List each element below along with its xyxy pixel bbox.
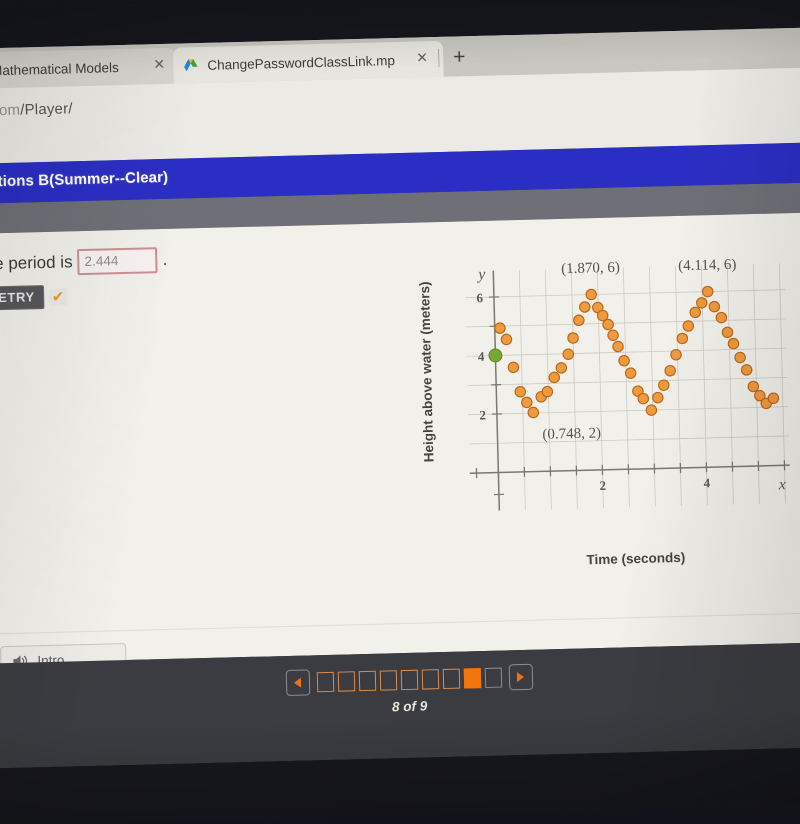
- page-indicator-6[interactable]: [421, 669, 439, 689]
- browser-chrome: CA Mathematical Models ✕ ChangePasswordC…: [0, 28, 800, 164]
- data-point: [515, 386, 526, 397]
- triangle-right-icon: [517, 672, 524, 682]
- data-point: [709, 301, 720, 312]
- data-point: [696, 298, 707, 309]
- page-indicator-1[interactable]: [316, 672, 334, 692]
- retry-button[interactable]: RETRY: [0, 285, 44, 311]
- new-tab-button[interactable]: +: [453, 46, 466, 67]
- data-point: [549, 372, 560, 383]
- data-point: [690, 307, 701, 318]
- data-point: [658, 380, 669, 391]
- data-point: [568, 333, 579, 344]
- data-point: [646, 405, 657, 416]
- y-axis-symbol: y: [476, 266, 486, 283]
- data-point: [603, 319, 614, 330]
- grid-line-horizontal: [468, 407, 788, 415]
- y-axis-title: Height above water (meters): [417, 281, 437, 462]
- data-point: [748, 381, 759, 392]
- page-indicator-8[interactable]: [463, 668, 481, 688]
- data-point: [563, 349, 574, 360]
- laptop-screen: CA Mathematical Models ✕ ChangePasswordC…: [0, 0, 800, 824]
- data-point: [501, 334, 512, 345]
- y-tick-label: 4: [478, 349, 485, 364]
- data-point: [728, 338, 739, 349]
- app-title: lications B(Summer--Clear): [0, 169, 168, 191]
- scatter-plot: 2 4 2 4 6 y x Time (seconds) Height above water …: [412, 235, 800, 605]
- pagination-row: [285, 664, 533, 696]
- data-point: [683, 321, 694, 332]
- address-bar-url: ity.com/Player/: [0, 100, 73, 120]
- data-point: [608, 330, 619, 341]
- answer-input[interactable]: 2.444: [77, 247, 158, 275]
- data-point: [579, 302, 590, 313]
- chart-annotation: (1.870, 6): [561, 260, 620, 277]
- lesson-content-page: The period is 2.444 . RETRY ✔ 2 4 2 4 6 y x Tim…: [0, 213, 800, 664]
- data-point: [521, 397, 532, 408]
- data-point: [613, 341, 624, 352]
- x-tick-label: 2: [599, 478, 606, 493]
- question-prompt: The period is: [0, 252, 73, 274]
- tab-close-icon-2[interactable]: ✕: [412, 50, 432, 64]
- question-period: .: [162, 250, 167, 270]
- question-row: The period is 2.444 .: [0, 247, 168, 278]
- content-divider: [0, 612, 800, 634]
- data-point: [677, 333, 688, 344]
- bottom-navigation-bar: 8 of 9: [0, 642, 800, 768]
- data-point: [619, 355, 630, 366]
- data-point: [735, 352, 746, 363]
- data-point: [671, 349, 682, 360]
- page-indicator-5[interactable]: [400, 670, 418, 690]
- data-point: [586, 289, 597, 300]
- x-axis-title: Time (seconds): [586, 550, 685, 567]
- y-tick-label: 6: [476, 290, 483, 305]
- url-domain: ity.com: [0, 102, 20, 120]
- data-point: [768, 393, 779, 404]
- chart-annotation: (0.748, 2): [542, 425, 601, 442]
- page-indicator-3[interactable]: [358, 671, 376, 691]
- scatter-plot-svg: 2 4 2 4 6 y x Time (seconds) Height above water …: [412, 235, 800, 605]
- tab-title: ChangePasswordClassLink.mp: [207, 53, 395, 73]
- data-point: [702, 286, 713, 297]
- url-path: /Player/: [20, 100, 73, 118]
- data-point: [528, 407, 539, 418]
- data-point: [741, 365, 752, 376]
- page-indicator-list: [316, 668, 501, 693]
- chart-annotation: (4.114, 6): [678, 257, 737, 274]
- page-indicator-4[interactable]: [379, 670, 397, 690]
- next-page-button[interactable]: [508, 664, 533, 691]
- data-point: [495, 323, 506, 334]
- data-point: [716, 312, 727, 323]
- check-icon: ✔: [49, 288, 68, 305]
- data-point: [556, 363, 567, 374]
- triangle-left-icon: [294, 678, 301, 688]
- highlighted-data-point[interactable]: [489, 349, 502, 362]
- retry-row: RETRY ✔: [0, 284, 68, 310]
- grid-line-horizontal: [468, 377, 788, 385]
- x-axis-symbol: x: [778, 476, 787, 493]
- grid-line-horizontal: [469, 436, 789, 444]
- x-tick-label: 4: [703, 475, 710, 490]
- grid-line-horizontal: [465, 290, 785, 298]
- data-point: [508, 362, 519, 373]
- page-indicator-2[interactable]: [337, 671, 355, 691]
- x-axis-line: [470, 465, 790, 473]
- y-tick-label: 2: [479, 407, 486, 422]
- page-indicator-7[interactable]: [442, 669, 460, 689]
- page-indicator-9[interactable]: [484, 668, 502, 688]
- grid-line-horizontal: [466, 319, 786, 327]
- google-drive-icon: [183, 58, 198, 72]
- tab-title: CA Mathematical Models: [0, 60, 119, 79]
- data-point: [653, 392, 664, 403]
- data-point: [574, 315, 585, 326]
- data-point: [542, 386, 553, 397]
- previous-page-button[interactable]: [285, 669, 310, 696]
- data-point: [665, 365, 676, 376]
- data-point: [722, 327, 733, 338]
- tab-close-icon-1[interactable]: ✕: [149, 57, 169, 71]
- data-point: [638, 393, 649, 404]
- data-point: [625, 368, 636, 379]
